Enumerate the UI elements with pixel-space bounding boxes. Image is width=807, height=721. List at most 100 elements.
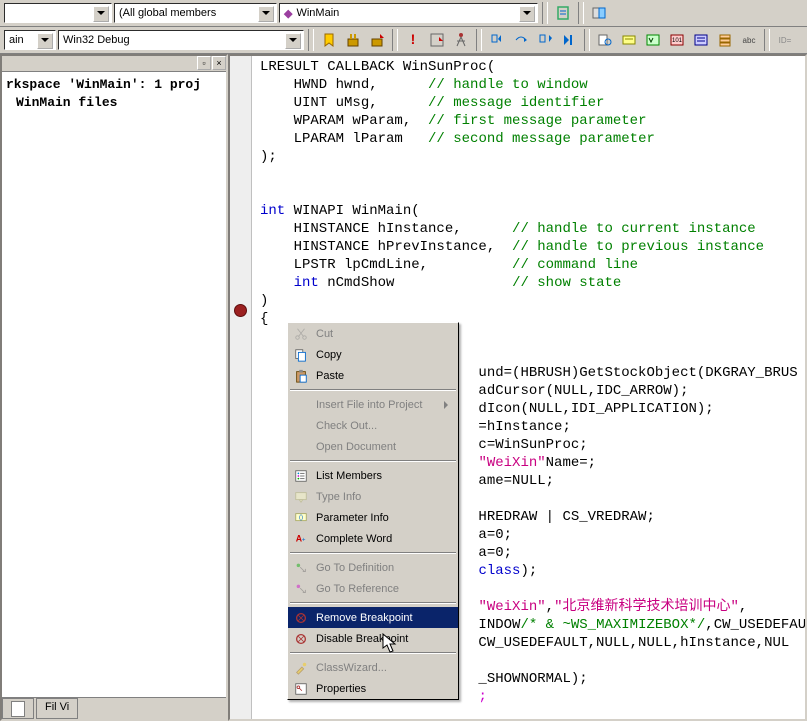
- function-combo[interactable]: ◆ WinMain: [279, 3, 538, 23]
- menu-item-label: ClassWizard...: [316, 662, 387, 674]
- menu-separator: [290, 652, 456, 654]
- menu-item-cut: Cut: [288, 323, 458, 344]
- members-combo[interactable]: (All global members: [114, 3, 277, 23]
- step-out-button[interactable]: [534, 29, 556, 51]
- build-button[interactable]: [342, 29, 364, 51]
- variables-button[interactable]: [642, 29, 664, 51]
- paste-icon: [292, 368, 310, 384]
- complete-word-icon: A+: [292, 531, 310, 547]
- menu-item-label: Open Document: [316, 441, 396, 453]
- config-combo-1-value: ain: [9, 34, 24, 46]
- type-info-icon: [292, 489, 310, 505]
- step-into-button[interactable]: [486, 29, 508, 51]
- menu-item-label: Insert File into Project: [316, 399, 422, 411]
- members-combo-value: (All global members: [119, 7, 216, 19]
- svg-text:ID=: ID=: [779, 36, 792, 45]
- menu-separator: [290, 389, 456, 391]
- memory-button[interactable]: [690, 29, 712, 51]
- fileview-tab[interactable]: Fil Vi: [36, 698, 78, 719]
- compile-button[interactable]: [318, 29, 340, 51]
- blank-icon: [292, 418, 310, 434]
- svg-text:(): (): [299, 513, 303, 520]
- find-in-files-button[interactable]: [594, 29, 616, 51]
- diamond-icon: ◆: [284, 7, 292, 20]
- svg-text:abc: abc: [743, 36, 756, 45]
- menu-item-type-info: Type Info: [288, 486, 458, 507]
- blank-icon: [292, 397, 310, 413]
- menu-item-paste[interactable]: Paste: [288, 365, 458, 386]
- run-to-cursor-button[interactable]: [558, 29, 580, 51]
- menu-item-disable-breakpoint[interactable]: Disable Breakpoint: [288, 628, 458, 649]
- workspace-pane: ▫ × rkspace 'WinMain': 1 proj WinMain fi…: [0, 54, 228, 721]
- menu-item-label: Cut: [316, 328, 333, 340]
- menu-item-complete-word[interactable]: A+ Complete Word: [288, 528, 458, 549]
- go-button[interactable]: !: [402, 29, 424, 51]
- list-members-icon: [292, 468, 310, 484]
- goto-ref-icon: [292, 581, 310, 597]
- config-combo-2-value: Win32 Debug: [63, 34, 130, 46]
- menu-item-check-out: Check Out...: [288, 415, 458, 436]
- watch-button[interactable]: [618, 29, 640, 51]
- menu-separator: [290, 602, 456, 604]
- menu-separator: [290, 552, 456, 554]
- stop-build-button[interactable]: [366, 29, 388, 51]
- registers-button[interactable]: 101: [666, 29, 688, 51]
- menu-item-label: Go To Definition: [316, 562, 394, 574]
- svg-text:101: 101: [672, 38, 683, 44]
- project-node[interactable]: WinMain files: [6, 94, 222, 112]
- workspace-node[interactable]: rkspace 'WinMain': 1 proj: [6, 76, 222, 94]
- context-menu: Cut Copy Paste Insert File into Project Chec…: [287, 322, 459, 700]
- chevron-right-icon: [444, 401, 452, 409]
- close-pane-button[interactable]: ×: [212, 56, 226, 70]
- breakpoint-toggle-button[interactable]: [450, 29, 472, 51]
- parameter-info-icon: (): [292, 510, 310, 526]
- breakpoint-marker[interactable]: [234, 304, 247, 317]
- workspace-tree[interactable]: rkspace 'WinMain': 1 proj WinMain files: [2, 72, 226, 116]
- menu-item-list-members[interactable]: List Members: [288, 465, 458, 486]
- breakpoint-icon: [292, 631, 310, 647]
- menu-item-open-document: Open Document: [288, 436, 458, 457]
- menu-item-label: Check Out...: [316, 420, 377, 432]
- menu-item-label: Go To Reference: [316, 583, 399, 595]
- menu-item-label: Copy: [316, 349, 342, 361]
- menu-item-go-to-definition: Go To Definition: [288, 557, 458, 578]
- menu-item-copy[interactable]: Copy: [288, 344, 458, 365]
- menu-item-insert-file-into-project: Insert File into Project: [288, 394, 458, 415]
- menu-item-remove-breakpoint[interactable]: Remove Breakpoint: [288, 607, 458, 628]
- wizard-icon: [292, 660, 310, 676]
- config-combo-2[interactable]: Win32 Debug: [58, 30, 304, 50]
- id-button[interactable]: ID=: [774, 29, 796, 51]
- function-combo-value: WinMain: [296, 7, 339, 19]
- svg-text:!: !: [411, 32, 416, 47]
- page-icon: [11, 708, 25, 720]
- classview-tab[interactable]: [2, 698, 34, 719]
- toolbar-row-2: ain Win32 Debug ! 101 abc ID=: [0, 27, 807, 54]
- menu-item-label: Disable Breakpoint: [316, 633, 408, 645]
- execute-button[interactable]: [426, 29, 448, 51]
- config-combo-1[interactable]: ain: [4, 30, 56, 50]
- goto-def-icon: [292, 560, 310, 576]
- step-over-button[interactable]: [510, 29, 532, 51]
- svg-text:+: +: [302, 536, 306, 543]
- menu-item-label: Paste: [316, 370, 344, 382]
- menu-item-properties[interactable]: Properties: [288, 678, 458, 699]
- menu-item-label: List Members: [316, 470, 382, 482]
- properties-icon: [292, 681, 310, 697]
- dock-button[interactable]: ▫: [197, 56, 211, 70]
- toolbar-row-1: (All global members ◆ WinMain: [0, 0, 807, 27]
- menu-item-label: Remove Breakpoint: [316, 612, 413, 624]
- menu-item-go-to-reference: Go To Reference: [288, 578, 458, 599]
- callstack-button[interactable]: [714, 29, 736, 51]
- menu-item-label: Type Info: [316, 491, 361, 503]
- menu-item-label: Properties: [316, 683, 366, 695]
- menu-item-parameter-info[interactable]: () Parameter Info: [288, 507, 458, 528]
- menu-item-classwizard: ClassWizard...: [288, 657, 458, 678]
- wizard-bar-button[interactable]: [588, 2, 610, 24]
- menu-item-label: Parameter Info: [316, 512, 389, 524]
- class-combo[interactable]: [4, 3, 112, 23]
- menu-item-label: Complete Word: [316, 533, 392, 545]
- gutter[interactable]: [230, 56, 252, 719]
- menu-separator: [290, 460, 456, 462]
- disassembly-button[interactable]: abc: [738, 29, 760, 51]
- toggle-bookmark-button[interactable]: [552, 2, 574, 24]
